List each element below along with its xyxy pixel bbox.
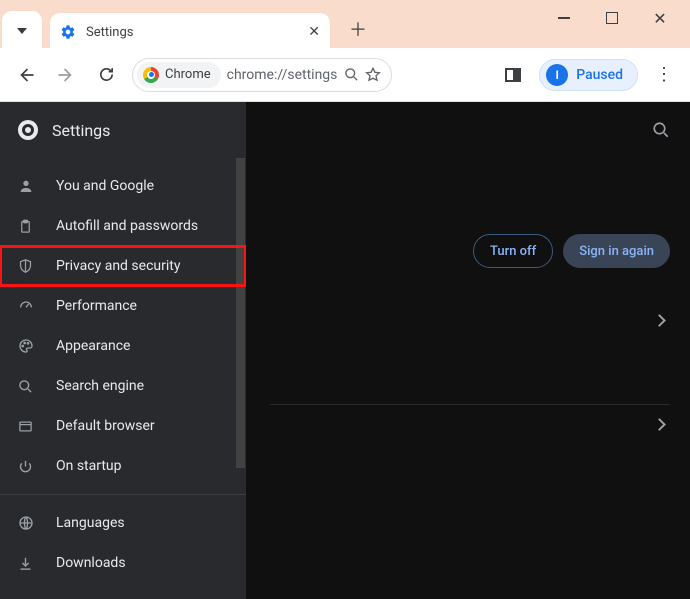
power-icon bbox=[18, 459, 38, 474]
speedometer-icon bbox=[18, 298, 38, 314]
sidebar-item-label: You and Google bbox=[56, 178, 154, 194]
side-panel-icon bbox=[505, 68, 521, 82]
sidebar-item-label: On startup bbox=[56, 458, 122, 474]
sidebar-item-you-and-google[interactable]: You and Google bbox=[0, 166, 246, 206]
forward-button[interactable] bbox=[52, 61, 80, 89]
gear-icon bbox=[60, 24, 76, 40]
globe-icon bbox=[18, 515, 38, 531]
address-bar[interactable]: Chrome chrome://settings bbox=[132, 58, 392, 92]
site-identity-chip[interactable]: Chrome bbox=[137, 62, 221, 88]
reload-button[interactable] bbox=[92, 61, 120, 89]
sidebar-title: Settings bbox=[52, 121, 110, 140]
palette-icon bbox=[18, 338, 38, 354]
chevron-right-icon bbox=[655, 414, 664, 433]
sidebar-item-label: Performance bbox=[56, 298, 137, 314]
turn-off-label: Turn off bbox=[490, 244, 536, 259]
sidebar-item-on-startup[interactable]: On startup bbox=[0, 446, 246, 486]
sidebar-item-languages[interactable]: Languages bbox=[0, 503, 246, 543]
browser-tab-settings[interactable]: Settings ✕ bbox=[50, 13, 330, 51]
bookmark-star-icon[interactable] bbox=[365, 67, 381, 83]
browser-menu-button[interactable]: ⋮ bbox=[650, 61, 678, 89]
browser-toolbar: Chrome chrome://settings I Paused ⋮ bbox=[0, 48, 690, 102]
sidebar-item-autofill[interactable]: Autofill and passwords bbox=[0, 206, 246, 246]
sidebar-item-label: Downloads bbox=[56, 555, 126, 571]
back-button[interactable] bbox=[12, 61, 40, 89]
sidebar-item-search-engine[interactable]: Search engine bbox=[0, 366, 246, 406]
turn-off-button[interactable]: Turn off bbox=[473, 234, 553, 268]
url-text: chrome://settings bbox=[227, 67, 338, 83]
zoom-icon[interactable] bbox=[344, 67, 359, 82]
window-minimize-button[interactable] bbox=[552, 6, 576, 30]
settings-sidebar: Settings You and Google Autofill and pas… bbox=[0, 102, 246, 599]
settings-content: Turn off Sign in again bbox=[246, 102, 690, 599]
chrome-logo-icon bbox=[143, 67, 159, 83]
search-icon bbox=[18, 379, 38, 394]
sidebar-header: Settings bbox=[0, 102, 246, 158]
window-maximize-button[interactable] bbox=[600, 6, 624, 30]
chevron-right-icon bbox=[655, 310, 664, 329]
content-divider bbox=[270, 404, 670, 405]
tab-title: Settings bbox=[86, 25, 298, 40]
sidebar-item-label: Autofill and passwords bbox=[56, 218, 198, 234]
sidebar-item-downloads[interactable]: Downloads bbox=[0, 543, 246, 583]
download-icon bbox=[18, 556, 38, 571]
sidebar-divider bbox=[0, 494, 246, 495]
sidebar-item-label: Languages bbox=[56, 515, 125, 531]
window-close-button[interactable]: ✕ bbox=[648, 6, 672, 30]
avatar: I bbox=[546, 64, 568, 86]
sidebar-item-label: Appearance bbox=[56, 338, 130, 354]
content-row-link-2[interactable] bbox=[655, 406, 664, 440]
chevron-down-icon bbox=[17, 28, 27, 34]
shield-icon bbox=[18, 258, 38, 274]
chrome-outline-icon bbox=[18, 120, 38, 140]
tab-close-button[interactable]: ✕ bbox=[308, 24, 320, 40]
search-settings-button[interactable] bbox=[652, 121, 670, 139]
profile-paused-pill[interactable]: I Paused bbox=[539, 59, 638, 91]
sidebar-item-label: Default browser bbox=[56, 418, 155, 434]
sidebar-item-label: Search engine bbox=[56, 378, 144, 394]
sidebar-item-appearance[interactable]: Appearance bbox=[0, 326, 246, 366]
site-identity-label: Chrome bbox=[165, 67, 211, 82]
sidebar-item-privacy-security[interactable]: Privacy and security bbox=[0, 246, 246, 286]
new-tab-button[interactable]: ＋ bbox=[344, 15, 372, 43]
clipboard-icon bbox=[18, 219, 38, 234]
sidebar-item-performance[interactable]: Performance bbox=[0, 286, 246, 326]
sign-in-again-label: Sign in again bbox=[579, 244, 654, 259]
content-row-link-1[interactable] bbox=[655, 302, 664, 336]
sidebar-item-default-browser[interactable]: Default browser bbox=[0, 406, 246, 446]
browser-window-icon bbox=[18, 419, 38, 434]
side-panel-button[interactable] bbox=[499, 61, 527, 89]
paused-label: Paused bbox=[576, 67, 623, 83]
sidebar-item-label: Privacy and security bbox=[56, 258, 180, 274]
sign-in-again-button[interactable]: Sign in again bbox=[563, 234, 670, 268]
tab-list-dropdown[interactable] bbox=[2, 11, 42, 51]
person-icon bbox=[18, 178, 38, 194]
